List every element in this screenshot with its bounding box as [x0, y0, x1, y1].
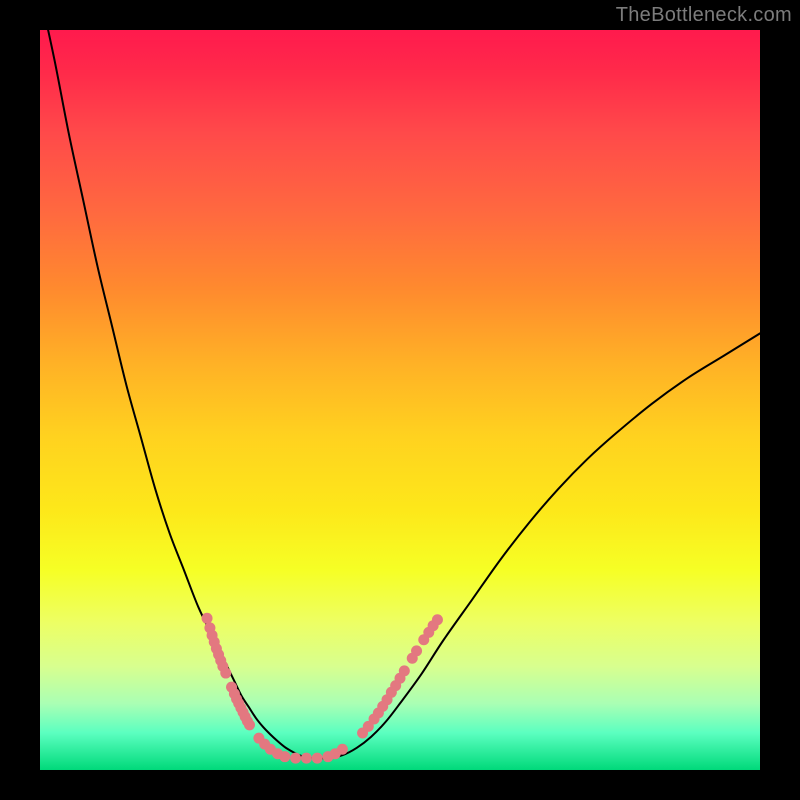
data-marker [301, 753, 312, 764]
data-marker [220, 668, 231, 679]
plot-area [40, 30, 760, 770]
curve-layer [40, 30, 760, 758]
chart-frame: TheBottleneck.com [0, 0, 800, 800]
data-marker [399, 665, 410, 676]
data-marker [279, 751, 290, 762]
data-marker [312, 753, 323, 764]
data-marker [290, 753, 301, 764]
data-marker [432, 614, 443, 625]
data-marker [244, 719, 255, 730]
data-marker [337, 744, 348, 755]
data-marker [202, 613, 213, 624]
bottleneck-curve [40, 30, 760, 758]
chart-svg [40, 30, 760, 770]
watermark-text: TheBottleneck.com [616, 4, 792, 27]
data-marker [411, 645, 422, 656]
